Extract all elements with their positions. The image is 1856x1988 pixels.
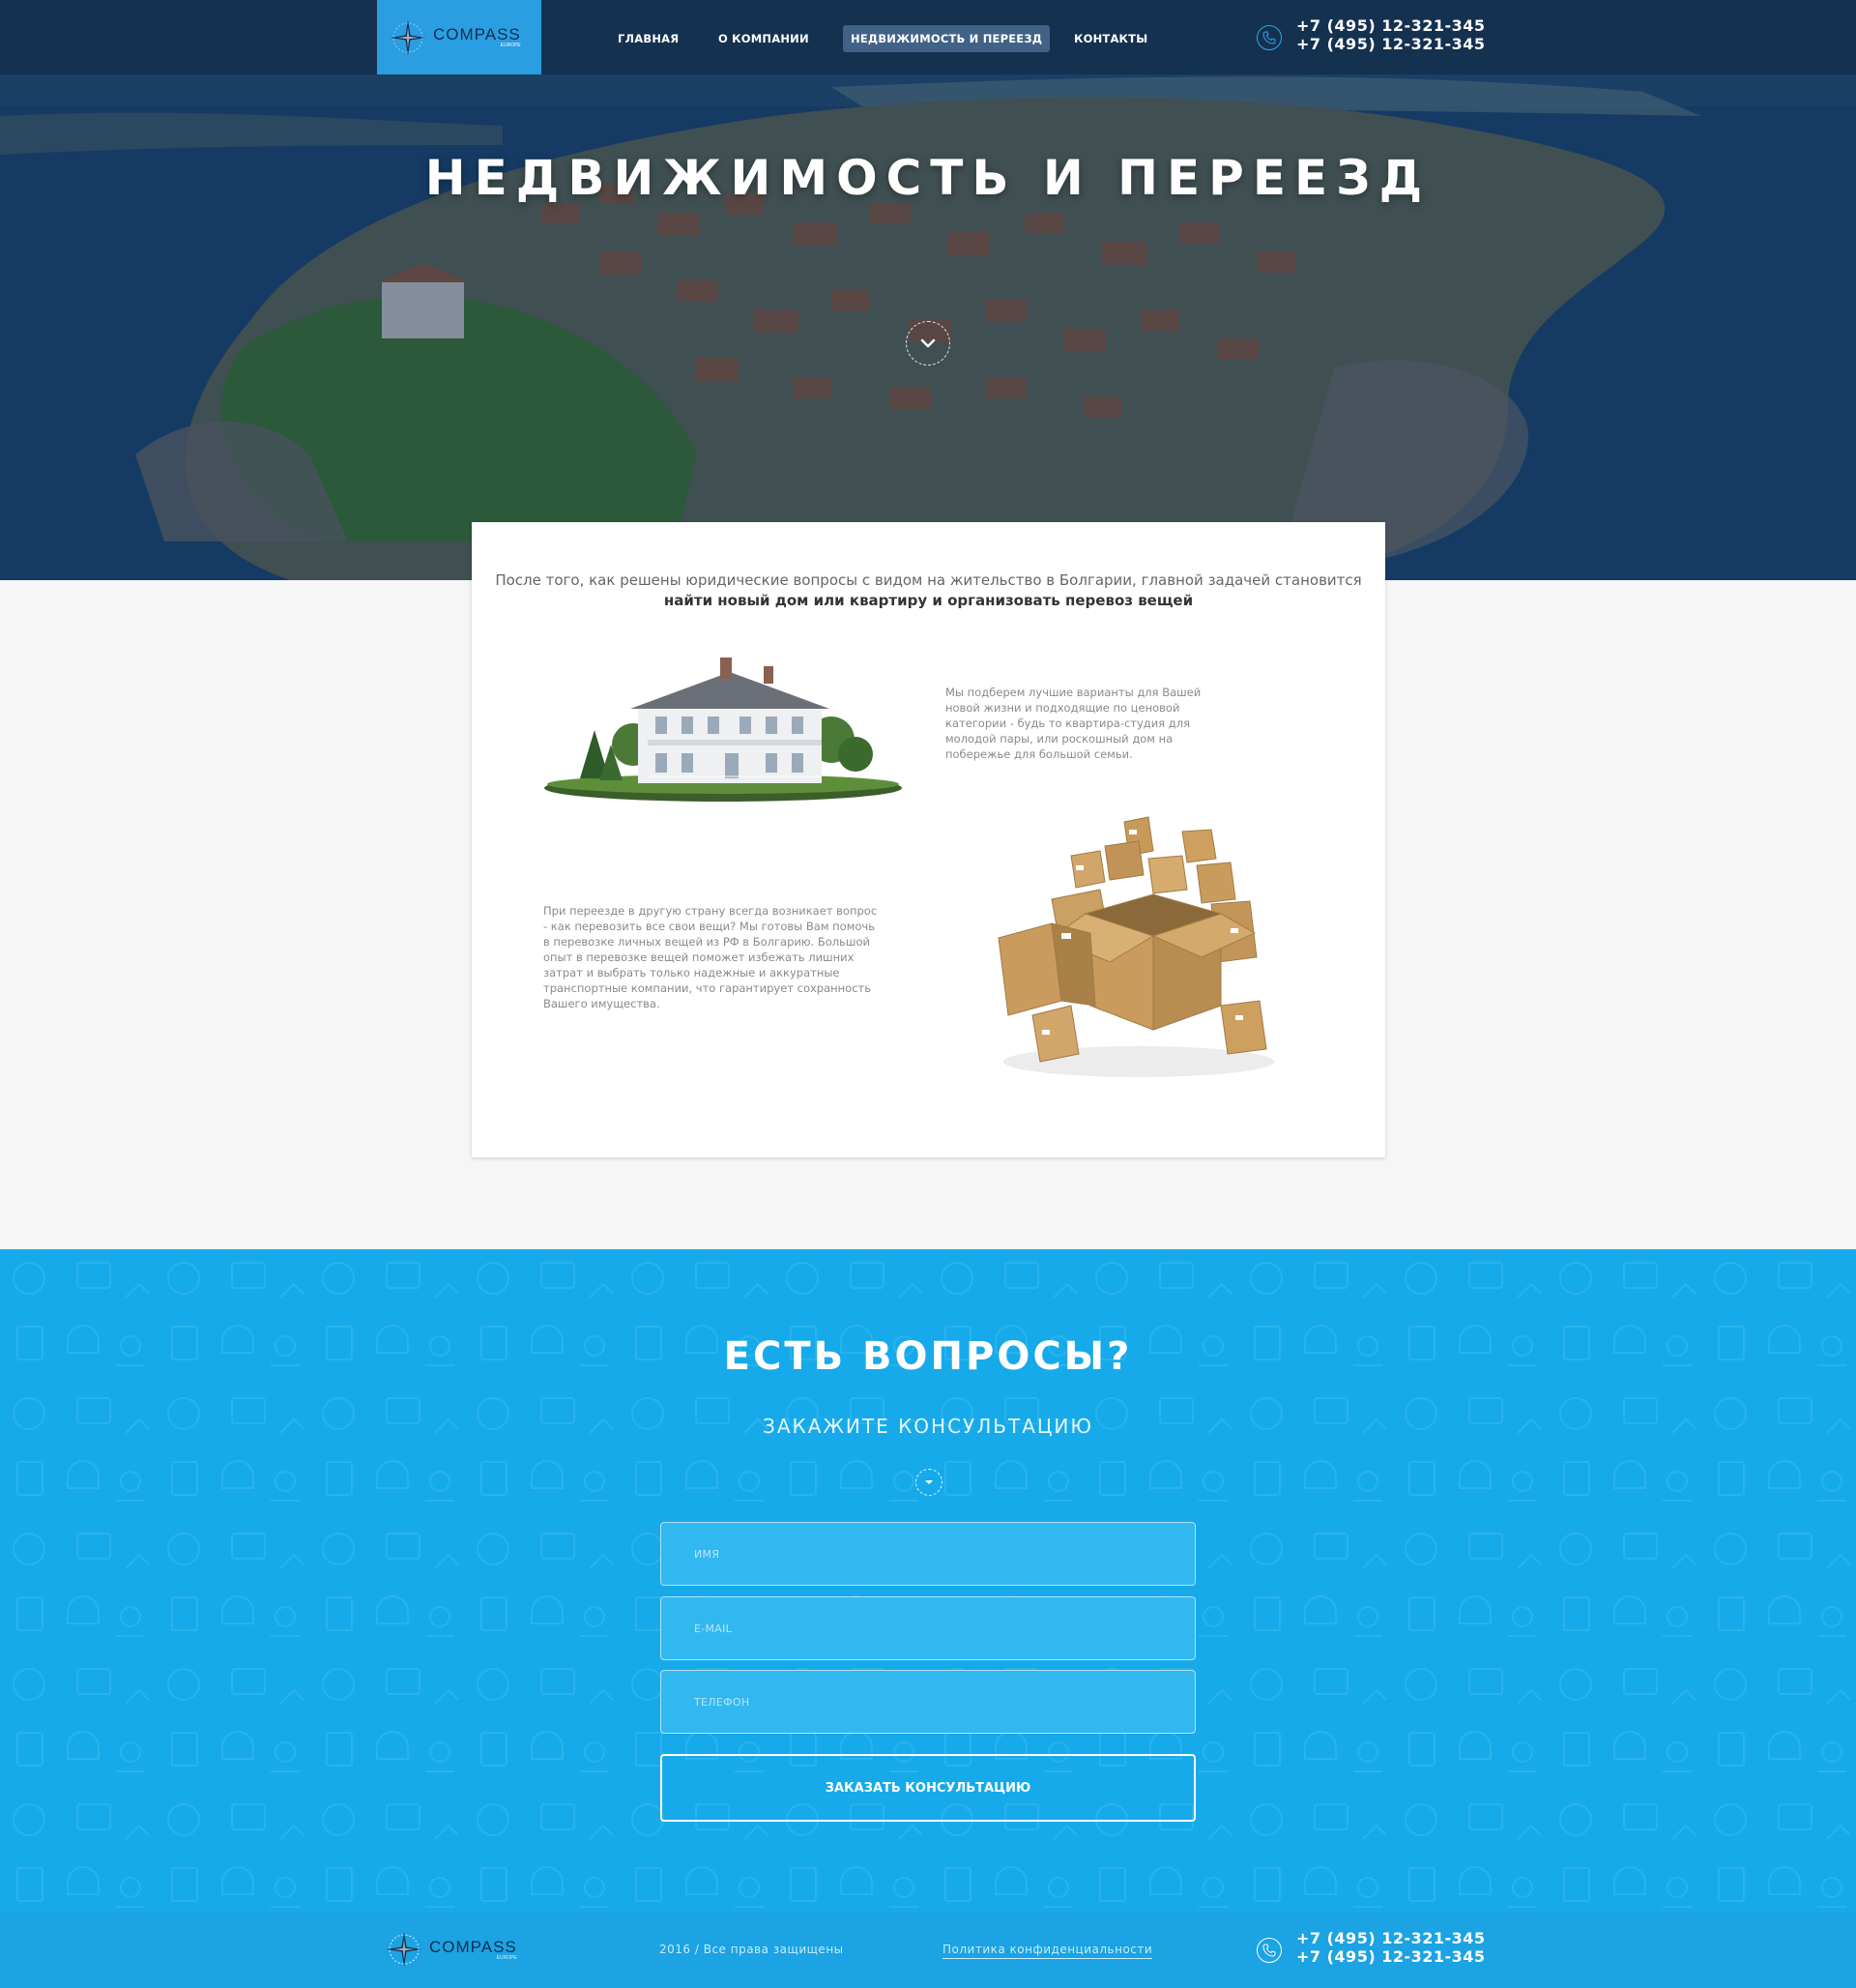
cta-arrow-icon [915, 1469, 942, 1496]
header-phone-2[interactable]: +7 (495) 12-321-345 [1296, 35, 1486, 53]
housing-paragraph: Мы подберем лучшие варианты для Вашей но… [945, 686, 1202, 761]
footer-logo-text: COMPASS EUROPE [429, 1937, 517, 1961]
header-phone-1[interactable]: +7 (495) 12-321-345 [1296, 16, 1486, 35]
nav-item-realty-relocation[interactable]: НЕДВИЖИМОСТЬ И ПЕРЕЕЗД [843, 25, 1051, 52]
hero-section: COMPASS EUROPE ГЛАВНАЯ О КОМПАНИИ НЕДВИЖ… [0, 0, 1856, 580]
nav-item-contacts[interactable]: КОНТАКТЫ [1066, 25, 1155, 52]
scroll-down-button[interactable] [906, 321, 950, 365]
moving-paragraph: При переезде в другую страну всегда возн… [543, 904, 878, 1010]
header-phones: +7 (495) 12-321-345 +7 (495) 12-321-345 [1257, 16, 1486, 53]
footer-phones: +7 (495) 12-321-345 +7 (495) 12-321-345 [1257, 1929, 1486, 1966]
intro-lead: После того, как решены юридические вопро… [495, 571, 1362, 589]
footer: COMPASS EUROPE 2016 / Все права защищены… [0, 1913, 1856, 1988]
email-field[interactable] [660, 1596, 1196, 1660]
main-nav: ГЛАВНАЯ О КОМПАНИИ НЕДВИЖИМОСТЬ И ПЕРЕЕЗ… [0, 0, 1856, 74]
phone-icon [1257, 25, 1282, 50]
footer-logo-subtext: EUROPE [496, 1954, 517, 1961]
realty-content-card: После того, как решены юридические вопро… [472, 522, 1385, 1157]
nav-item-home[interactable]: ГЛАВНАЯ [610, 25, 686, 52]
phone-icon [1257, 1938, 1282, 1963]
copyright-text: 2016 / Все права защищены [659, 1943, 844, 1956]
intro-text: После того, как решены юридические вопро… [472, 570, 1385, 611]
phone-field[interactable] [660, 1670, 1196, 1734]
name-field[interactable] [660, 1522, 1196, 1586]
chevron-down-icon [920, 338, 936, 348]
top-navigation-bar: COMPASS EUROPE ГЛАВНАЯ О КОМПАНИИ НЕДВИЖ… [0, 0, 1856, 74]
intro-bold: найти новый дом или квартиру и организов… [663, 592, 1194, 609]
cta-subtitle: ЗАКАЖИТЕ КОНСУЛЬТАЦИЮ [763, 1415, 1093, 1438]
compass-star-icon [387, 1932, 421, 1967]
hero-overlay [0, 0, 1856, 580]
footer-phone-1[interactable]: +7 (495) 12-321-345 [1296, 1929, 1486, 1947]
cta-title: ЕСТЬ ВОПРОСЫ? [723, 1334, 1133, 1379]
consultation-section: ЕСТЬ ВОПРОСЫ? ЗАКАЖИТЕ КОНСУЛЬТАЦИЮ ЗАКА… [0, 1249, 1856, 1913]
house-image [541, 653, 905, 807]
page-title: НЕДВИЖИМОСТЬ И ПЕРЕЕЗД [424, 150, 1432, 206]
footer-logo[interactable]: COMPASS EUROPE [385, 1930, 517, 1969]
footer-phone-2[interactable]: +7 (495) 12-321-345 [1296, 1947, 1486, 1966]
order-consultation-button[interactable]: ЗАКАЗАТЬ КОНСУЛЬТАЦИЮ [660, 1754, 1196, 1822]
privacy-policy-link[interactable]: Политика конфиденциальности [942, 1943, 1153, 1959]
nav-item-about[interactable]: О КОМПАНИИ [710, 25, 817, 52]
moving-boxes-image [994, 812, 1284, 1083]
